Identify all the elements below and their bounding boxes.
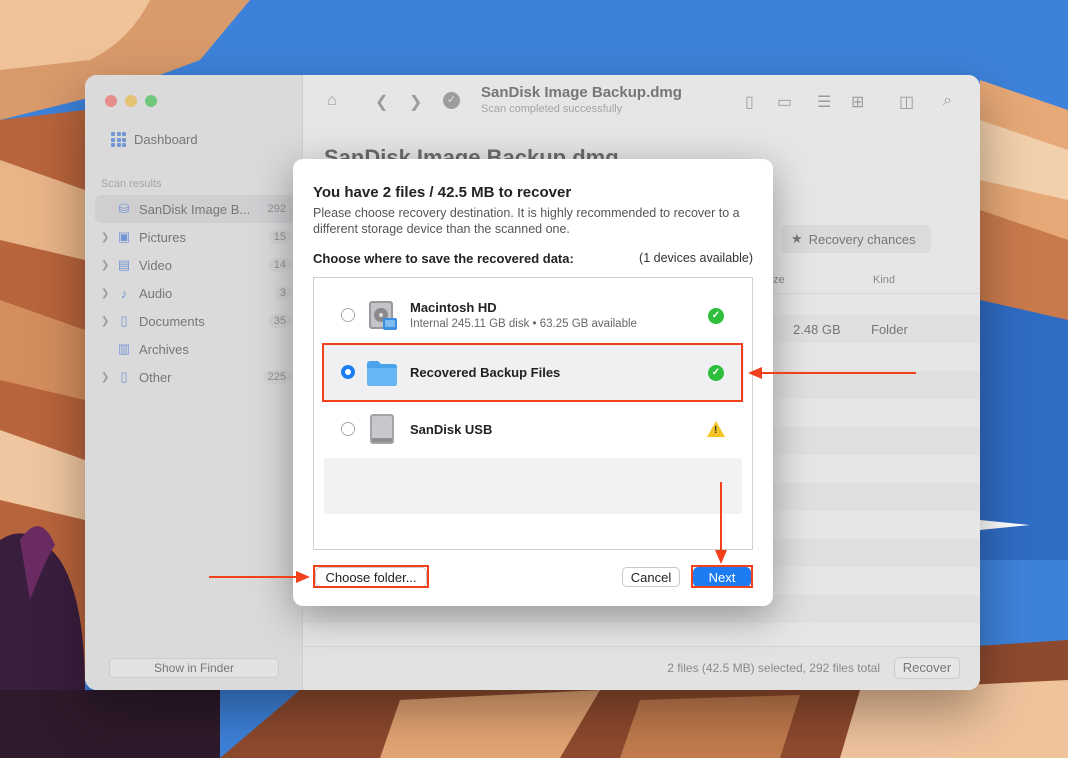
annotation-arrows bbox=[209, 367, 916, 583]
